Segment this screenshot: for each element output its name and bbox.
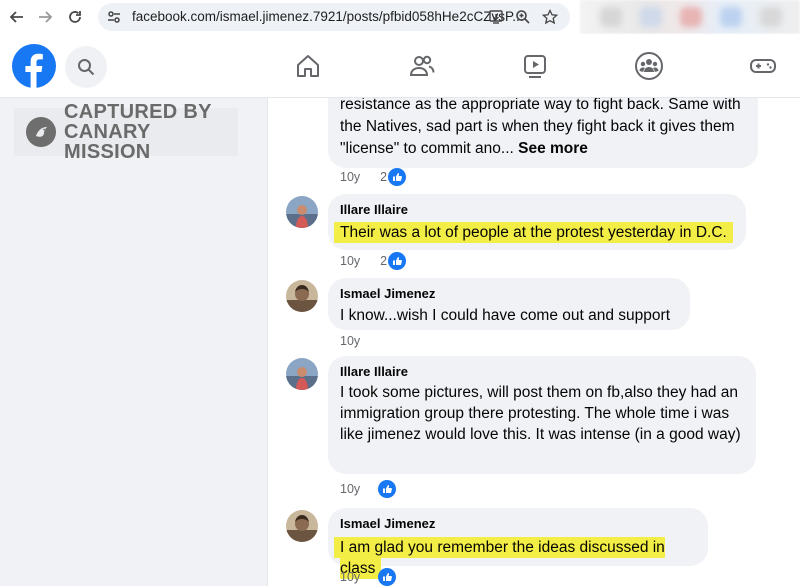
left-sidebar: CAPTURED BY CANARY MISSION — [0, 98, 268, 586]
canary-bird-icon — [26, 117, 56, 147]
comment-text: Their was a lot of people at the protest… — [334, 222, 733, 243]
comments-section: resistance as the appropriate way to fig… — [268, 98, 800, 586]
comment-time[interactable]: 10y — [340, 482, 360, 496]
avatar[interactable] — [286, 280, 318, 312]
reload-icon[interactable] — [64, 6, 86, 28]
avatar[interactable] — [286, 196, 318, 228]
avatar[interactable] — [286, 510, 318, 542]
avatar[interactable] — [286, 358, 318, 390]
url-text: facebook.com/ismael.jimenez.7921/posts/p… — [132, 9, 524, 24]
comment-meta: 10y 2 — [340, 252, 407, 270]
browser-toolbar: facebook.com/ismael.jimenez.7921/posts/p… — [0, 0, 800, 34]
comment-bubble: resistance as the appropriate way to fig… — [328, 98, 758, 168]
zoom-icon[interactable] — [514, 8, 532, 26]
back-arrow-icon[interactable] — [6, 6, 28, 28]
blurred-extensions — [580, 0, 800, 34]
comment-bubble: Illare Illaire Their was a lot of people… — [328, 194, 746, 250]
home-tab[interactable] — [290, 48, 326, 84]
groups-icon — [635, 52, 663, 80]
see-more-link[interactable]: See more — [518, 140, 588, 157]
reaction-count[interactable]: 2 — [380, 254, 387, 268]
bookmark-star-icon[interactable] — [541, 8, 559, 26]
watch-tab[interactable] — [517, 48, 553, 84]
comment-time[interactable]: 10y — [340, 170, 360, 184]
commenter-name[interactable]: Illare Illaire — [340, 364, 744, 380]
friends-tab[interactable] — [404, 48, 440, 84]
comment-bubble: Ismael Jimenez I am glad you remember th… — [328, 508, 708, 579]
comment-bubble: Ismael Jimenez I know...wish I could hav… — [328, 278, 690, 330]
comment-meta: 10y — [340, 480, 397, 498]
comment-bubble: Illare Illaire I took some pictures, wil… — [328, 356, 756, 474]
facebook-header — [0, 34, 800, 98]
commenter-name[interactable]: Illare Illaire — [340, 202, 734, 218]
comment-text: I know...wish I could have come out and … — [340, 307, 670, 324]
search-button[interactable] — [65, 46, 107, 88]
facebook-logo-icon[interactable] — [12, 44, 56, 88]
friends-icon — [409, 55, 435, 76]
video-icon — [524, 55, 546, 78]
watermark-line2: CANARY MISSION — [64, 121, 151, 163]
search-icon — [78, 59, 95, 76]
watermark-line1: CAPTURED BY — [64, 101, 212, 123]
like-reaction-icon[interactable] — [388, 168, 407, 186]
comment-time[interactable]: 10y — [340, 254, 360, 268]
home-icon — [297, 55, 319, 77]
gaming-icon — [750, 59, 776, 73]
comment-meta: 10y — [340, 334, 360, 348]
site-info-icon[interactable] — [106, 9, 122, 25]
comment-time[interactable]: 10y — [340, 334, 360, 348]
comment-meta: 10y — [340, 568, 397, 586]
like-reaction-icon[interactable] — [388, 252, 407, 270]
commenter-name[interactable]: Ismael Jimenez — [340, 516, 696, 532]
comment-time[interactable]: 10y — [340, 570, 360, 584]
like-reaction-icon[interactable] — [378, 568, 397, 586]
commenter-name[interactable]: Ismael Jimenez — [340, 286, 678, 302]
install-app-icon[interactable] — [487, 8, 505, 26]
groups-tab[interactable] — [631, 48, 667, 84]
address-bar[interactable]: facebook.com/ismael.jimenez.7921/posts/p… — [98, 3, 570, 31]
canary-mission-watermark: CAPTURED BY CANARY MISSION — [14, 102, 238, 162]
comment-text: I took some pictures, will post them on … — [340, 384, 741, 443]
gaming-tab[interactable] — [745, 48, 781, 84]
like-reaction-icon[interactable] — [378, 480, 397, 498]
comment-meta: 10y 2 — [340, 168, 407, 186]
forward-arrow-icon[interactable] — [34, 6, 56, 28]
reaction-count[interactable]: 2 — [380, 170, 387, 184]
